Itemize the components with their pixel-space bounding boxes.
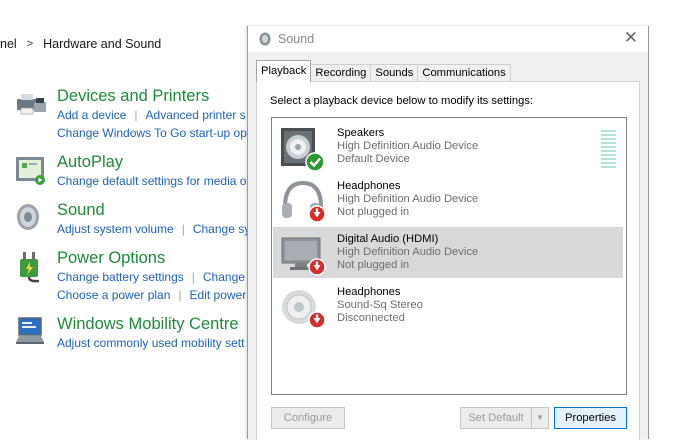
power-links-row-2: Choose a power plan | Edit power bbox=[57, 288, 247, 302]
set-default-split-button[interactable]: Set Default ▼ bbox=[460, 407, 549, 429]
device-name: Headphones bbox=[337, 180, 401, 192]
speaker-device-icon bbox=[282, 290, 326, 329]
printer-icon bbox=[17, 94, 46, 115]
choose-a-power-plan-link[interactable]: Choose a power plan bbox=[57, 288, 170, 302]
device-status: Not plugged in bbox=[337, 259, 410, 271]
change-system-sounds-link[interactable]: Change sy bbox=[193, 222, 250, 236]
device-status: Disconnected bbox=[337, 312, 405, 324]
sound-dialog: Sound ✕ Playback Recording Sounds Commun… bbox=[247, 26, 649, 440]
change-windows-to-go-link[interactable]: Change Windows To Go start-up op bbox=[57, 126, 247, 140]
tab-playback[interactable]: Playback bbox=[256, 60, 312, 82]
windows-mobility-centre-title[interactable]: Windows Mobility Centre bbox=[57, 315, 239, 334]
properties-button[interactable]: Properties bbox=[554, 407, 627, 429]
device-description: High Definition Audio Device bbox=[337, 193, 479, 205]
device-description: High Definition Audio Device bbox=[337, 246, 479, 258]
autoplay-title[interactable]: AutoPlay bbox=[57, 153, 123, 172]
close-icon[interactable]: ✕ bbox=[624, 28, 638, 48]
playback-panel: Select a playback device below to modify… bbox=[256, 81, 640, 440]
speaker-device-icon bbox=[281, 128, 325, 172]
speaker-icon bbox=[17, 204, 39, 230]
devices-links-row-1: Add a device | Advanced printer s bbox=[57, 108, 246, 122]
set-default-button[interactable]: Set Default bbox=[461, 408, 532, 428]
device-status: Default Device bbox=[337, 153, 410, 165]
sound-app-icon bbox=[259, 32, 271, 46]
advanced-printer-setup-link[interactable]: Advanced printer s bbox=[146, 108, 246, 122]
dialog-title: Sound bbox=[278, 32, 315, 46]
adjust-system-volume-link[interactable]: Adjust system volume bbox=[57, 222, 174, 236]
chevron-right-icon: > bbox=[26, 38, 34, 50]
breadcrumb-control-panel[interactable]: nel bbox=[0, 37, 17, 51]
power-links-row-1: Change battery settings | Change v bbox=[57, 270, 255, 284]
device-name: Headphones bbox=[337, 286, 401, 298]
tab-communications[interactable]: Communications bbox=[417, 64, 511, 82]
device-status: Not plugged in bbox=[337, 206, 410, 218]
device-headphones-sound-sq[interactable]: Headphones Sound-Sq Stereo Disconnected bbox=[273, 280, 623, 331]
devices-links-row-2: Change Windows To Go start-up op bbox=[57, 126, 247, 140]
chevron-down-icon[interactable]: ▼ bbox=[532, 408, 548, 428]
device-digital-audio-hdmi[interactable]: Digital Audio (HDMI) High Definition Aud… bbox=[273, 227, 623, 278]
mobility-links-row-1: Adjust commonly used mobility sett bbox=[57, 336, 244, 350]
power-plug-icon bbox=[20, 252, 40, 283]
power-options-title[interactable]: Power Options bbox=[57, 249, 165, 268]
monitor-icon bbox=[281, 237, 326, 276]
tab-sounds[interactable]: Sounds bbox=[370, 64, 419, 82]
device-description: High Definition Audio Device bbox=[337, 140, 479, 152]
autoplay-icon bbox=[16, 157, 45, 185]
headphones-icon bbox=[282, 180, 326, 223]
autoplay-links-row-1: Change default settings for media o bbox=[57, 174, 246, 188]
sound-title[interactable]: Sound bbox=[57, 201, 105, 220]
breadcrumb: nel > Hardware and Sound bbox=[0, 36, 161, 52]
edit-power-plan-link[interactable]: Edit power bbox=[190, 288, 247, 302]
devices-and-printers-title[interactable]: Devices and Printers bbox=[57, 87, 209, 106]
laptop-icon bbox=[16, 317, 44, 344]
device-description: Sound-Sq Stereo bbox=[337, 299, 423, 311]
add-a-device-link[interactable]: Add a device bbox=[57, 108, 126, 122]
sound-links-row-1: Adjust system volume | Change sy bbox=[57, 222, 251, 236]
device-list[interactable]: Speakers High Definition Audio Device De… bbox=[271, 117, 627, 395]
volume-meter bbox=[601, 130, 616, 170]
change-default-media-settings-link[interactable]: Change default settings for media o bbox=[57, 174, 246, 188]
breadcrumb-hardware-and-sound[interactable]: Hardware and Sound bbox=[43, 37, 161, 51]
tab-strip: Playback Recording Sounds Communications bbox=[256, 60, 511, 82]
device-headphones-hd[interactable]: Headphones High Definition Audio Device … bbox=[273, 174, 623, 225]
device-speakers[interactable]: Speakers High Definition Audio Device De… bbox=[273, 121, 623, 172]
change-battery-settings-link[interactable]: Change battery settings bbox=[57, 270, 184, 284]
device-name: Digital Audio (HDMI) bbox=[337, 233, 439, 245]
tab-recording[interactable]: Recording bbox=[310, 64, 372, 82]
configure-button[interactable]: Configure bbox=[271, 407, 345, 429]
adjust-mobility-settings-link[interactable]: Adjust commonly used mobility sett bbox=[57, 336, 244, 350]
device-name: Speakers bbox=[337, 127, 385, 139]
instruction-text: Select a playback device below to modify… bbox=[270, 95, 534, 107]
dialog-titlebar[interactable]: Sound ✕ bbox=[248, 26, 648, 52]
